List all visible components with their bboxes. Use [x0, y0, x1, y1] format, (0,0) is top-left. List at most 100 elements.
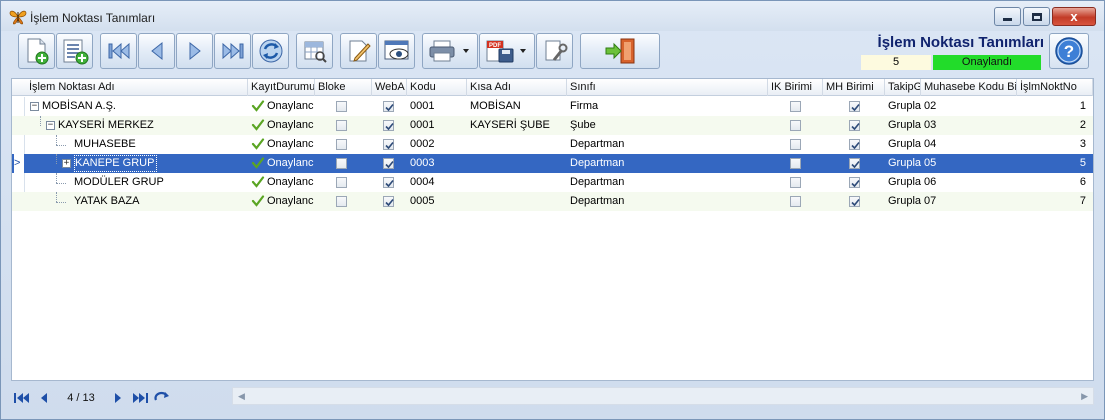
- grid-header: İşlem Noktası Adı KayıtDurumu Bloke WebA Kod…: [12, 79, 1093, 96]
- checkbox-blocked[interactable]: [336, 120, 347, 131]
- cell-track: Grupla: [888, 157, 922, 169]
- new-record-icon: [27, 38, 48, 65]
- nav-prev-button[interactable]: [35, 390, 53, 406]
- checkbox-web[interactable]: [383, 101, 394, 112]
- checkbox-mh[interactable]: [849, 101, 860, 112]
- pdf-export-button[interactable]: PDF: [479, 33, 535, 69]
- table-row[interactable]: − KAYSERİ MERKEZ Onaylanc 0001 KAYSERİ ŞUBE Ş…: [12, 116, 1093, 135]
- cell-track: Grupla: [888, 119, 922, 131]
- checkbox-blocked[interactable]: [336, 196, 347, 207]
- last-record-button[interactable]: [214, 33, 251, 69]
- checkbox-mh[interactable]: [849, 196, 860, 207]
- cell-code: 0002: [410, 138, 435, 150]
- tree-collapse-button[interactable]: −: [46, 121, 55, 130]
- checkbox-ik[interactable]: [790, 177, 801, 188]
- cell-track: Grupla: [888, 195, 922, 207]
- column-header-class[interactable]: Sınıfı: [567, 79, 768, 96]
- status-badge: Onaylandı: [933, 55, 1041, 70]
- checkbox-mh[interactable]: [849, 158, 860, 169]
- nav-refresh-button[interactable]: [153, 390, 171, 406]
- column-header-short[interactable]: Kısa Adı: [467, 79, 567, 96]
- current-row-indicator: >: [14, 154, 24, 173]
- grid-view-button[interactable]: [296, 33, 333, 69]
- column-header-web[interactable]: WebA: [372, 79, 407, 96]
- table-row[interactable]: YATAK BAZA Onaylanc 0005 Departman Grupla 07 7: [12, 192, 1093, 211]
- title-bar: İşlem Noktası Tanımları x: [1, 1, 1104, 31]
- checkbox-ik[interactable]: [790, 101, 801, 112]
- edit-button[interactable]: [340, 33, 377, 69]
- tree-expand-button[interactable]: +: [62, 159, 71, 168]
- column-header-name[interactable]: İşlem Noktası Adı: [26, 79, 248, 96]
- cell-code: 0001: [410, 100, 435, 112]
- settings-button[interactable]: [536, 33, 573, 69]
- horizontal-scrollbar[interactable]: ◀ ▶: [232, 387, 1094, 405]
- column-header-code[interactable]: Kodu: [407, 79, 467, 96]
- print-button[interactable]: [422, 33, 478, 69]
- new-list-button[interactable]: [56, 33, 93, 69]
- approved-check-icon: [251, 156, 265, 173]
- column-header-mh[interactable]: MH Birimi: [823, 79, 885, 96]
- next-record-icon: [189, 41, 201, 61]
- preview-button[interactable]: [378, 33, 415, 69]
- maximize-button[interactable]: [1023, 7, 1050, 26]
- checkbox-web[interactable]: [383, 196, 394, 207]
- nav-next-button[interactable]: [109, 390, 127, 406]
- column-header-no[interactable]: İşlmNoktNo: [1017, 79, 1093, 96]
- next-record-button[interactable]: [176, 33, 213, 69]
- exit-button[interactable]: [580, 33, 660, 69]
- cell-acct: 02: [924, 100, 937, 112]
- data-grid[interactable]: İşlem Noktası Adı KayıtDurumu Bloke WebA Kod…: [11, 78, 1094, 381]
- checkbox-mh[interactable]: [849, 120, 860, 131]
- column-header-blocked[interactable]: Bloke: [315, 79, 372, 96]
- table-row[interactable]: MUHASEBE Onaylanc 0002 Departman Grupla 04 3: [12, 135, 1093, 154]
- cell-code: 0004: [410, 176, 435, 188]
- new-record-button[interactable]: [18, 33, 55, 69]
- approved-check-icon: [251, 194, 265, 211]
- column-header-status[interactable]: KayıtDurumu: [248, 79, 315, 96]
- nav-first-button[interactable]: [13, 390, 31, 406]
- tree-guide-line: [56, 135, 57, 145]
- checkbox-web[interactable]: [383, 120, 394, 131]
- checkbox-ik[interactable]: [790, 120, 801, 131]
- prev-record-button[interactable]: [138, 33, 175, 69]
- tree-collapse-button[interactable]: −: [30, 102, 39, 111]
- cell-code: 0003: [410, 157, 435, 169]
- nav-last-button[interactable]: [131, 390, 149, 406]
- table-row[interactable]: > + KANEPE GRUP Onaylanc 0003 Departman Grupla…: [12, 154, 1093, 173]
- cell-status: Onaylanc: [267, 195, 314, 207]
- table-row[interactable]: MODÜLER GRUP Onaylanc 0004 Departman Grupla 0…: [12, 173, 1093, 192]
- checkbox-web[interactable]: [383, 139, 394, 150]
- nav-last-icon: [133, 393, 148, 403]
- cell-name: MOBİSAN A.Ş.: [42, 100, 116, 112]
- column-header-acct[interactable]: Muhasebe Kodu Bil: [921, 79, 1017, 96]
- checkbox-web[interactable]: [383, 177, 394, 188]
- checkbox-mh[interactable]: [849, 177, 860, 188]
- column-header-track[interactable]: TakipG: [885, 79, 921, 96]
- first-record-button[interactable]: [100, 33, 137, 69]
- refresh-icon: [259, 39, 282, 63]
- help-label: ?: [1064, 42, 1074, 61]
- scroll-right-icon[interactable]: ▶: [1081, 391, 1088, 402]
- minimize-button[interactable]: [994, 7, 1021, 26]
- checkbox-ik[interactable]: [790, 139, 801, 150]
- checkbox-web[interactable]: [383, 158, 394, 169]
- scroll-left-icon[interactable]: ◀: [238, 391, 245, 402]
- checkbox-blocked[interactable]: [336, 139, 347, 150]
- close-button[interactable]: x: [1052, 7, 1096, 26]
- cell-short: MOBİSAN: [470, 100, 521, 112]
- checkbox-ik[interactable]: [790, 196, 801, 207]
- refresh-button[interactable]: [252, 33, 289, 69]
- nav-refresh-icon: [154, 391, 169, 401]
- checkbox-blocked[interactable]: [336, 177, 347, 188]
- checkbox-blocked[interactable]: [336, 101, 347, 112]
- checkbox-mh[interactable]: [849, 139, 860, 150]
- nav-first-icon: [14, 393, 29, 403]
- column-header-ik[interactable]: IK Birimi: [768, 79, 823, 96]
- cell-track: Grupla: [888, 176, 922, 188]
- cell-no: 1: [1079, 100, 1086, 112]
- table-row[interactable]: − MOBİSAN A.Ş. Onaylanc 0001 MOBİSAN Firma Gru…: [12, 97, 1093, 116]
- cell-class: Departman: [570, 195, 625, 207]
- checkbox-blocked[interactable]: [336, 158, 347, 169]
- help-button[interactable]: ?: [1049, 33, 1089, 69]
- checkbox-ik[interactable]: [790, 158, 801, 169]
